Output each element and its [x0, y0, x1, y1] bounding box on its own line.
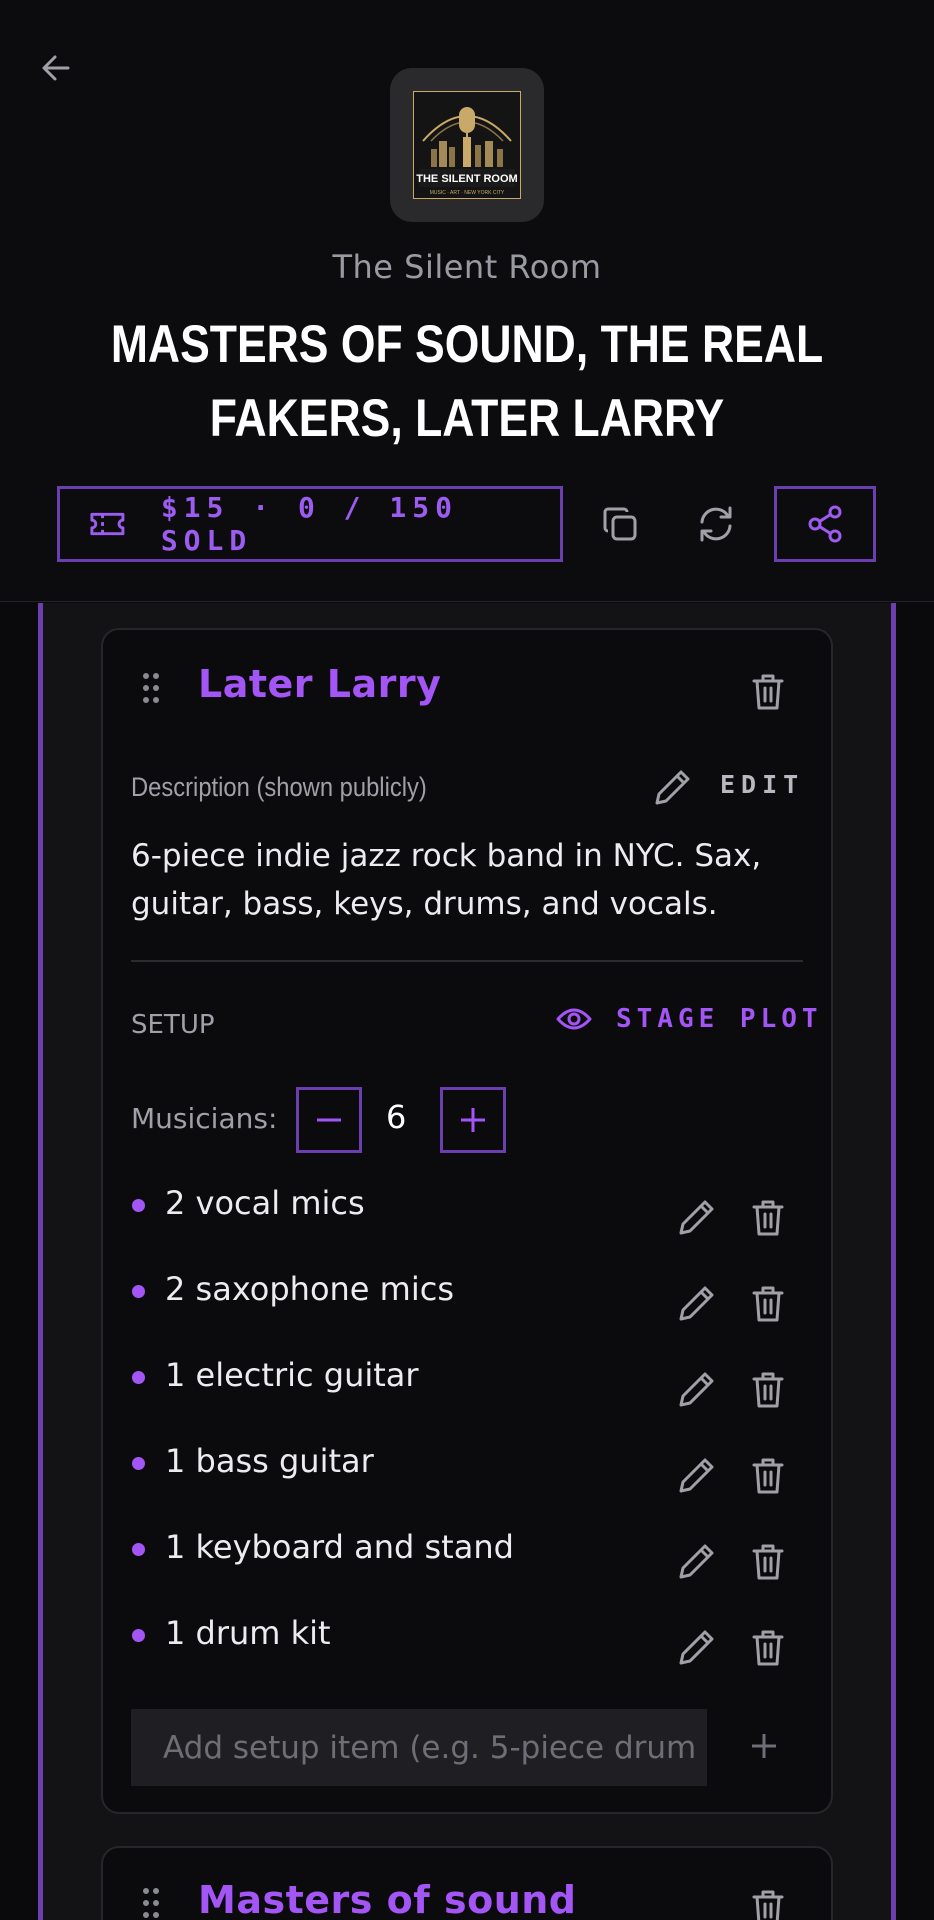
- svg-text:MUSIC · ART · NEW YORK CITY: MUSIC · ART · NEW YORK CITY: [430, 190, 505, 196]
- setup-item: 1 electric guitar: [165, 1356, 419, 1394]
- drag-handle[interactable]: [141, 671, 161, 707]
- delete-band-button[interactable]: [748, 670, 788, 714]
- trash-icon: [752, 1286, 784, 1322]
- lane-border-left: [38, 603, 43, 1920]
- duplicate-button[interactable]: [596, 500, 644, 548]
- share-button[interactable]: [774, 486, 876, 562]
- ticket-summary-text: $15 · 0 / 150 SOLD: [160, 491, 458, 557]
- setup-item: 1 bass guitar: [165, 1442, 374, 1480]
- pencil-icon: [679, 1286, 714, 1321]
- trash-icon: [752, 1200, 784, 1236]
- minus-icon: [317, 1118, 341, 1122]
- bullet: [132, 1199, 145, 1212]
- bullet: [132, 1371, 145, 1384]
- edit-setup-item-button[interactable]: [676, 1196, 718, 1238]
- pencil-icon: [679, 1200, 714, 1235]
- trash-icon: [752, 1458, 784, 1494]
- pencil-icon: [679, 1458, 714, 1493]
- plus-icon: [461, 1108, 485, 1132]
- refresh-icon: [700, 506, 732, 542]
- edit-setup-item-button[interactable]: [676, 1454, 718, 1496]
- band-name[interactable]: Masters of sound: [198, 1878, 577, 1920]
- pencil-icon: [679, 1544, 714, 1579]
- event-title: MASTERS OF SOUND, THE REAL FAKERS, LATER…: [110, 315, 824, 448]
- setup-label: SETUP: [131, 1010, 215, 1040]
- edit-setup-item-button[interactable]: [676, 1540, 718, 1582]
- copy-icon: [603, 507, 637, 541]
- trash-icon: [752, 1890, 784, 1920]
- add-setup-item-button[interactable]: [744, 1726, 784, 1766]
- svg-text:THE SILENT ROOM: THE SILENT ROOM: [416, 173, 517, 185]
- event-header: THE SILENT ROOM MUSIC · ART · NEW YORK C…: [0, 0, 934, 602]
- back-arrow-icon: [42, 55, 70, 81]
- delete-setup-item-button[interactable]: [748, 1196, 788, 1240]
- pencil-icon: [679, 1372, 714, 1407]
- musicians-count: 6: [386, 1098, 407, 1136]
- venue-logo: THE SILENT ROOM MUSIC · ART · NEW YORK C…: [390, 68, 544, 222]
- stage-plot-label: STAGE PLOT: [616, 1004, 823, 1034]
- decrement-musicians-button[interactable]: [296, 1087, 362, 1153]
- delete-setup-item-button[interactable]: [748, 1368, 788, 1412]
- share-icon: [808, 505, 842, 543]
- edit-description-button[interactable]: EDIT: [720, 770, 804, 799]
- drag-handle-icon: [143, 673, 159, 703]
- delete-setup-item-button[interactable]: [748, 1282, 788, 1326]
- bullet: [132, 1629, 145, 1642]
- drag-handle[interactable]: [141, 1886, 161, 1920]
- edit-setup-item-button[interactable]: [676, 1282, 718, 1324]
- venue-logo-image: THE SILENT ROOM MUSIC · ART · NEW YORK C…: [413, 91, 521, 199]
- setup-item: 1 drum kit: [165, 1614, 331, 1652]
- trash-icon: [752, 1630, 784, 1666]
- delete-setup-item-button[interactable]: [748, 1454, 788, 1498]
- setup-item: 2 saxophone mics: [165, 1270, 454, 1308]
- setup-item: 2 vocal mics: [165, 1184, 365, 1222]
- edit-description-icon-button[interactable]: [652, 766, 694, 808]
- bullet: [132, 1285, 145, 1298]
- band-name[interactable]: Later Larry: [198, 662, 441, 706]
- setup-item: 1 keyboard and stand: [165, 1528, 514, 1566]
- ticket-summary-button[interactable]: $15 · 0 / 150 SOLD: [57, 486, 563, 562]
- trash-icon: [752, 674, 784, 710]
- refresh-button[interactable]: [692, 500, 740, 548]
- delete-setup-item-button[interactable]: [748, 1626, 788, 1670]
- venue-name: The Silent Room: [332, 248, 602, 286]
- delete-band-button[interactable]: [748, 1886, 788, 1920]
- add-setup-item-input[interactable]: [131, 1709, 707, 1786]
- plus-icon: [752, 1734, 776, 1758]
- increment-musicians-button[interactable]: [440, 1087, 506, 1153]
- lane-border-right: [891, 603, 896, 1920]
- divider: [131, 960, 803, 962]
- edit-setup-item-button[interactable]: [676, 1626, 718, 1668]
- bullet: [132, 1543, 145, 1556]
- band-description: 6-piece indie jazz rock band in NYC. Sax…: [131, 838, 762, 922]
- drag-handle-icon: [143, 1888, 159, 1918]
- trash-icon: [752, 1544, 784, 1580]
- stage-plot-button[interactable]: STAGE PLOT: [556, 1004, 823, 1034]
- delete-setup-item-button[interactable]: [748, 1540, 788, 1584]
- bullet: [132, 1457, 145, 1470]
- edit-setup-item-button[interactable]: [676, 1368, 718, 1410]
- trash-icon: [752, 1372, 784, 1408]
- musicians-label: Musicians:: [131, 1102, 278, 1135]
- back-button[interactable]: [38, 50, 74, 86]
- eye-icon: [556, 1008, 592, 1030]
- ticket-icon: [90, 512, 125, 536]
- pencil-icon: [655, 770, 690, 805]
- pencil-icon: [679, 1630, 714, 1665]
- description-label: Description (shown publicly): [131, 772, 427, 802]
